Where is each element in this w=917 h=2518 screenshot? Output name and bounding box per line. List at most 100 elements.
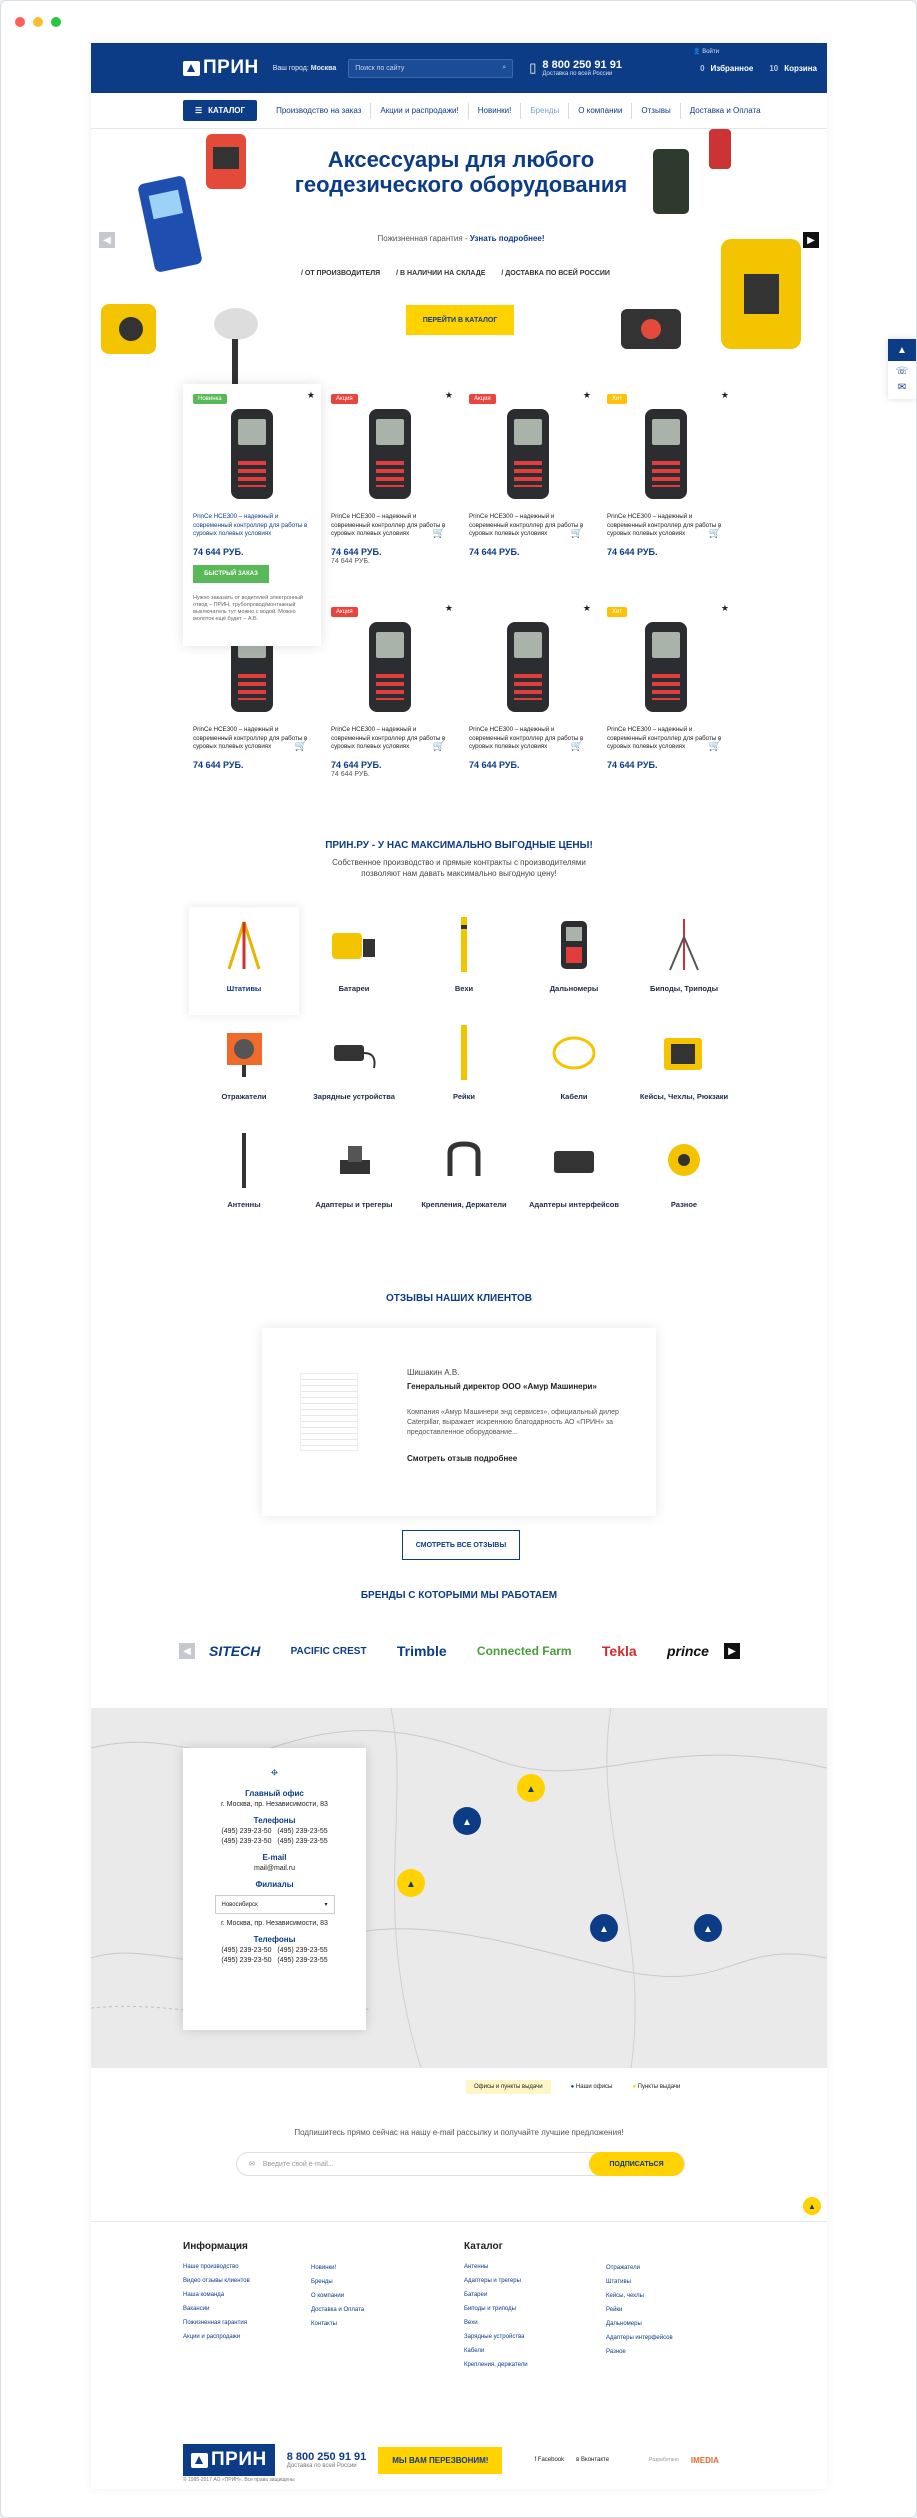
product-card[interactable]: Акция ★ PrinCe HCE300 – надежный и совре…: [321, 384, 459, 597]
office-phone[interactable]: (495) 239-23-50: [221, 1828, 271, 1835]
category-reflectors[interactable]: Отражатели: [189, 1015, 299, 1123]
catalog-cta-button[interactable]: ПЕРЕЙТИ В КАТАЛОГ: [406, 305, 514, 335]
product-title[interactable]: PrinCe HCE300 – надежный и современный к…: [607, 726, 725, 752]
review-more-link[interactable]: Смотреть отзыв подробнее: [407, 1454, 517, 1463]
nav-item[interactable]: Новинки!: [469, 102, 522, 119]
cart-icon[interactable]: 🛒: [433, 528, 445, 539]
category-rods[interactable]: Рейки: [409, 1015, 519, 1123]
search-icon[interactable]: ⌕: [502, 64, 506, 72]
footer-link[interactable]: Кейсы, чехлы: [606, 2289, 673, 2303]
category-chargers[interactable]: Зарядные устройства: [299, 1015, 409, 1123]
city-selector[interactable]: Ваш город: Москва: [273, 65, 337, 72]
brands-next-icon[interactable]: ▶: [724, 1643, 740, 1659]
product-card[interactable]: ★ PrinCe HCE300 – надежный и современный…: [459, 597, 597, 810]
category-interface-adapters[interactable]: Адаптеры интерфейсов: [519, 1123, 629, 1231]
cart-icon[interactable]: 🛒: [571, 741, 583, 752]
email-field[interactable]: Введите свой e-mail...: [263, 2161, 334, 2168]
product-title[interactable]: PrinCe HCE300 – надежный и современный к…: [331, 726, 449, 752]
product-card[interactable]: Новинка ★ PrinCe HCE300 – надежный и сов…: [183, 384, 321, 646]
category-poles[interactable]: Вехи: [409, 907, 519, 1015]
product-title[interactable]: PrinCe HCE300 – надежный и современный к…: [193, 726, 311, 752]
nav-item[interactable]: Акции и распродажи!: [371, 102, 469, 119]
favorite-star-icon[interactable]: ★: [583, 603, 591, 614]
product-title[interactable]: PrinCe HCE300 – надежный и современный к…: [331, 513, 449, 539]
office-phone[interactable]: (495) 239-23-50: [221, 1838, 271, 1845]
category-adapters[interactable]: Адаптеры и трегеры: [299, 1123, 409, 1231]
callback-button[interactable]: МЫ ВАМ ПЕРЕЗВОНИМ!: [378, 2446, 503, 2474]
footer-link[interactable]: Рейки: [606, 2303, 673, 2317]
brand-logo[interactable]: SITECH: [209, 1643, 260, 1659]
brand-logo[interactable]: Trimble: [397, 1643, 447, 1659]
footer-link[interactable]: Бренды: [311, 2275, 364, 2289]
footer-link[interactable]: Кабели: [464, 2344, 528, 2358]
product-card[interactable]: Акция ★ PrinCe HCE300 – надежный и совре…: [321, 597, 459, 810]
category-tripods[interactable]: Штативы: [189, 907, 299, 1015]
vk-link[interactable]: в Вконтакте: [576, 2457, 609, 2463]
product-card[interactable]: Хит ★ PrinCe HCE300 – надежный и совреме…: [597, 597, 735, 810]
legend-item[interactable]: ● Пункты выдачи: [632, 2084, 680, 2090]
facebook-link[interactable]: f Facebook: [534, 2457, 564, 2463]
footer-link[interactable]: Новинки!: [311, 2261, 364, 2275]
footer-link[interactable]: Наша команда: [183, 2288, 250, 2302]
product-card[interactable]: Хит ★ PrinCe HCE300 – надежный и совреме…: [597, 384, 735, 597]
product-card[interactable]: Акция ★ PrinCe HCE300 – надежный и совре…: [459, 384, 597, 597]
footer-link[interactable]: Вакансии: [183, 2302, 250, 2316]
review-document-image[interactable]: [300, 1373, 358, 1451]
chat-icon[interactable]: ✉: [898, 382, 906, 393]
nav-item[interactable]: Доставка и Оплата: [681, 103, 770, 119]
brands-prev-icon[interactable]: ◀: [179, 1643, 195, 1659]
category-batteries[interactable]: Батареи: [299, 907, 409, 1015]
category-antennas[interactable]: Антенны: [189, 1123, 299, 1231]
logo[interactable]: ПРИН: [183, 57, 259, 79]
minimize-dot[interactable]: [33, 17, 43, 27]
footer-phone[interactable]: 8 800 250 91 91 Доставка по всей России: [287, 2451, 367, 2469]
all-reviews-button[interactable]: СМОТРЕТЬ ВСЕ ОТЗЫВЫ: [402, 1530, 520, 1560]
close-dot[interactable]: [15, 17, 25, 27]
phone-icon[interactable]: ☏: [896, 366, 909, 377]
nav-item[interactable]: Отзывы: [632, 102, 681, 119]
footer-link[interactable]: Акции и распродажи: [183, 2330, 250, 2344]
scroll-top-icon[interactable]: ▲: [803, 2197, 821, 2215]
map[interactable]: ▲ ▲ ▲ ▲ ▲ ▲ ⌖ Главный офис г. Москва, пр…: [91, 1708, 827, 2068]
footer-link[interactable]: Контакты: [311, 2317, 364, 2331]
footer-link[interactable]: Антенны: [464, 2260, 528, 2274]
product-title[interactable]: PrinCe HCE300 – надежный и современный к…: [193, 513, 311, 539]
favorite-star-icon[interactable]: ★: [445, 390, 453, 401]
favorite-star-icon[interactable]: ★: [307, 390, 315, 401]
cart-icon[interactable]: 🛒: [709, 528, 721, 539]
footer-link[interactable]: Отражатели: [606, 2261, 673, 2275]
favorite-star-icon[interactable]: ★: [583, 390, 591, 401]
product-title[interactable]: PrinCe HCE300 – надежный и современный к…: [607, 513, 725, 539]
footer-link[interactable]: Батареи: [464, 2288, 528, 2302]
category-misc[interactable]: Разное: [629, 1123, 739, 1231]
nav-item[interactable]: О компании: [569, 102, 633, 119]
footer-link[interactable]: Наше производство: [183, 2260, 250, 2274]
cart-icon[interactable]: 🛒: [295, 741, 307, 752]
product-title[interactable]: PrinCe HCE300 – надежный и современный к…: [469, 726, 587, 752]
footer-link[interactable]: Биподы и триподы: [464, 2302, 528, 2316]
footer-link[interactable]: Штативы: [606, 2275, 673, 2289]
branch-phone[interactable]: (495) 239-23-50: [221, 1957, 271, 1964]
footer-logo[interactable]: ПРИН: [183, 2444, 275, 2476]
category-mounts[interactable]: Крепления, Держатели: [409, 1123, 519, 1231]
footer-link[interactable]: Дальномеры: [606, 2317, 673, 2331]
footer-link[interactable]: Адаптеры и трегеры: [464, 2274, 528, 2288]
branch-phone[interactable]: (495) 239-23-55: [277, 1957, 327, 1964]
category-cables[interactable]: Кабели: [519, 1015, 629, 1123]
hero-prev-arrow-icon[interactable]: ◀: [99, 232, 115, 248]
branch-phone[interactable]: (495) 239-23-55: [277, 1947, 327, 1954]
brand-logo[interactable]: Tekla: [602, 1643, 637, 1659]
favorite-star-icon[interactable]: ★: [445, 603, 453, 614]
side-logo-icon[interactable]: ▲: [888, 339, 916, 361]
cart-icon[interactable]: 🛒: [709, 741, 721, 752]
brand-logo[interactable]: prince: [667, 1643, 709, 1659]
guarantee-link[interactable]: Узнать подробнее!: [470, 234, 545, 243]
footer-link[interactable]: О компании: [311, 2289, 364, 2303]
nav-item[interactable]: Бренды: [521, 102, 570, 119]
footer-link[interactable]: Крепления, держатели: [464, 2358, 528, 2372]
quick-order-button[interactable]: БЫСТРЫЙ ЗАКАЗ: [193, 564, 269, 583]
developer-logo[interactable]: IMEDIA: [691, 2456, 719, 2465]
footer-link[interactable]: Вехи: [464, 2316, 528, 2330]
footer-link[interactable]: Пожизненная гарантия: [183, 2316, 250, 2330]
product-title[interactable]: PrinCe HCE300 – надежный и современный к…: [469, 513, 587, 539]
